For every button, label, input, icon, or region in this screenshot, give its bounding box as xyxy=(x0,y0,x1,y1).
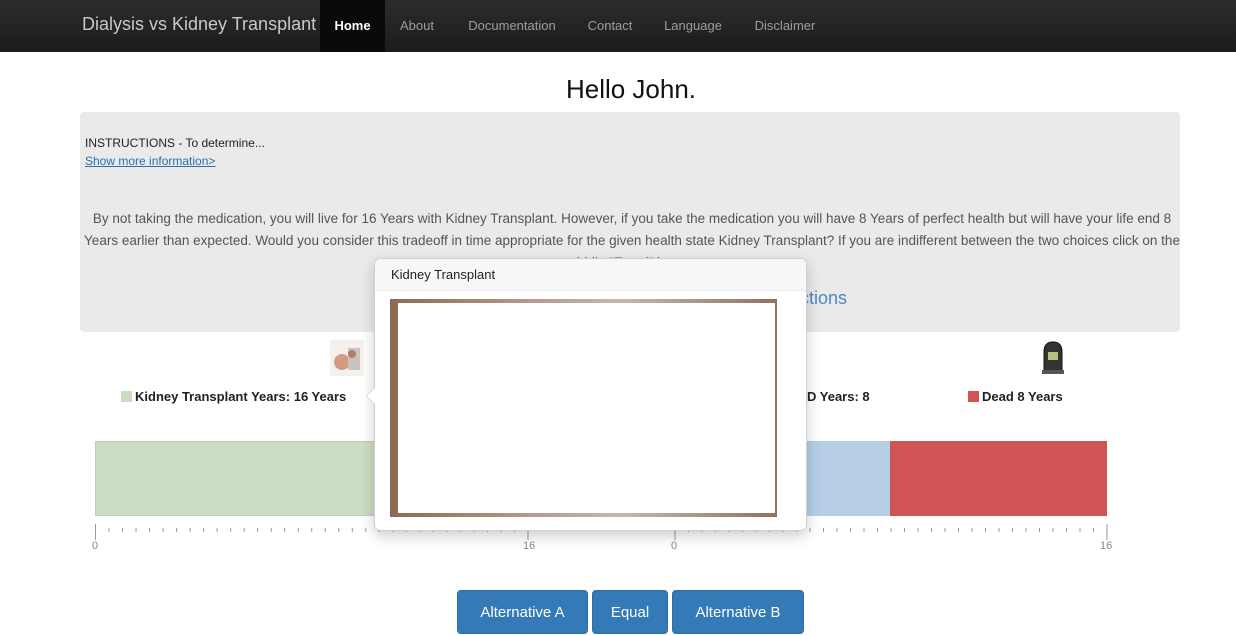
legend-kidney: Kidney Transplant Years: 16 Years xyxy=(121,389,346,404)
equal-button[interactable]: Equal xyxy=(592,590,668,634)
legend-dead: Dead 8 Years xyxy=(968,389,1063,404)
photo-content xyxy=(398,303,775,513)
tick-label-left-end: 16 xyxy=(523,540,536,552)
legend-fullhealth: D Years: 8 xyxy=(807,389,870,404)
kidney-transplant-popover: Kidney Transplant xyxy=(366,258,807,531)
navbar: Dialysis vs Kidney Transplant Home About… xyxy=(0,0,1236,52)
instructions-link[interactable]: ctions xyxy=(800,288,847,309)
nav-item-contact[interactable]: Contact xyxy=(578,0,642,52)
navbar-brand[interactable]: Dialysis vs Kidney Transplant xyxy=(82,14,316,35)
tombstone-icon xyxy=(1042,341,1064,374)
kidney-photo-icon xyxy=(330,340,364,376)
show-more-link[interactable]: Show more information> xyxy=(85,154,215,168)
tick-label-left-start: 0 xyxy=(92,540,99,552)
tick-label-right-start: 0 xyxy=(671,540,678,552)
nav-item-home[interactable]: Home xyxy=(320,0,385,52)
popover-arrow xyxy=(366,387,375,405)
instructions-title: INSTRUCTIONS - To determine... xyxy=(85,136,265,150)
popover-title: Kidney Transplant xyxy=(375,259,806,291)
legend-dead-swatch xyxy=(968,391,979,402)
nav-item-about[interactable]: About xyxy=(390,0,444,52)
legend-dead-label: Dead 8 Years xyxy=(982,389,1063,404)
alternative-a-button[interactable]: Alternative A xyxy=(457,590,588,634)
nav-item-language[interactable]: Language xyxy=(655,0,731,52)
nav-item-documentation[interactable]: Documentation xyxy=(458,0,566,52)
legend-fullhealth-label: D Years: 8 xyxy=(807,389,870,404)
tick-label-right-end: 16 xyxy=(1100,540,1113,552)
legend-kidney-swatch xyxy=(121,391,132,402)
nav-item-disclaimer[interactable]: Disclaimer xyxy=(745,0,825,52)
kidney-transplant-photo xyxy=(390,299,777,517)
greeting-heading: Hello John. xyxy=(565,74,697,104)
dead-bar xyxy=(890,441,1107,516)
alternative-b-button[interactable]: Alternative B xyxy=(672,590,804,634)
legend-kidney-label: Kidney Transplant Years: 16 Years xyxy=(135,389,347,404)
